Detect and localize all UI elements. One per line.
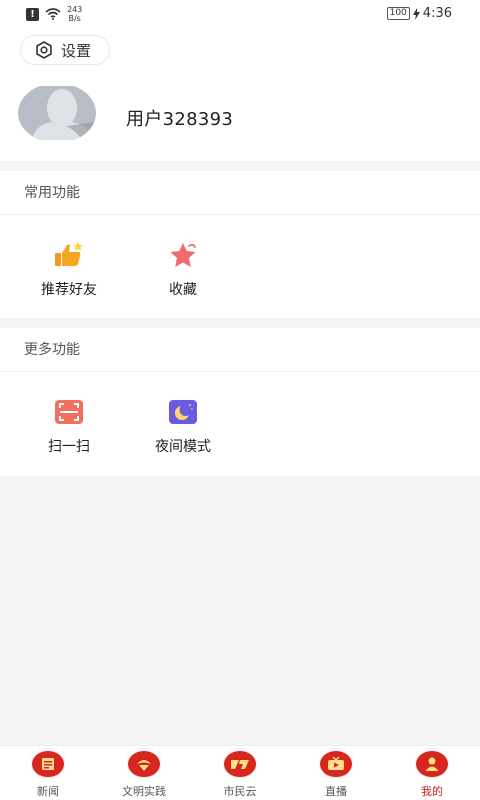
thumbs-up-star-icon [54,241,84,269]
nav-live-label: 直播 [325,785,347,798]
bottom-navigation: 新闻 文明实践 市民云 直播 我的 [0,745,480,800]
news-icon [32,751,64,777]
more-functions-card: 更多功能 扫一扫 夜间模式 [0,328,480,476]
profile-section: 设置 用户328393 [0,28,480,161]
common-functions-title: 常用功能 [0,171,480,215]
battery-indicator: 100 [386,7,410,20]
star-icon [168,241,198,269]
wifi-icon [45,8,61,20]
nav-profile[interactable]: 我的 [384,746,480,800]
nav-citizen-cloud-label: 市民云 [223,785,257,798]
recommend-friend-label: 推荐好友 [41,282,97,298]
night-mode-item[interactable]: 夜间模式 [126,372,240,456]
settings-icon [36,41,52,59]
network-speed-value: 243 [67,5,83,14]
common-functions-card: 常用功能 推荐好友 收藏 [0,171,480,318]
scan-label: 扫一扫 [48,439,90,455]
status-left: ! 243 B/s [26,5,82,23]
live-icon [320,751,352,777]
username: 用户328393 [126,109,234,130]
network-speed-unit: B/s [68,14,81,23]
common-functions-grid: 推荐好友 收藏 [0,215,480,299]
nav-news[interactable]: 新闻 [0,746,96,800]
favorites-item[interactable]: 收藏 [126,215,240,299]
nav-live[interactable]: 直播 [288,746,384,800]
favorites-label: 收藏 [169,282,197,298]
charging-icon [412,7,420,20]
network-speed: 243 B/s [67,5,82,23]
nav-civilization-practice[interactable]: 文明实践 [96,746,192,800]
profile-icon [416,751,448,777]
status-right: 100 4:36 [386,6,452,21]
more-functions-grid: 扫一扫 夜间模式 [0,372,480,456]
nav-news-label: 新闻 [37,785,59,798]
avatar[interactable] [18,86,96,140]
night-mode-label: 夜间模式 [155,439,211,455]
scan-item[interactable]: 扫一扫 [12,372,126,456]
nav-profile-label: 我的 [421,785,443,798]
recommend-friend-item[interactable]: 推荐好友 [12,215,126,299]
night-mode-icon [168,398,198,426]
clock: 4:36 [422,6,452,21]
notification-alert-icon: ! [26,7,39,21]
settings-label: 设置 [61,41,92,60]
nav-civilization-practice-label: 文明实践 [122,785,166,798]
settings-button[interactable]: 设置 [20,35,110,65]
scan-icon [54,398,84,426]
citizen-cloud-icon [224,751,256,777]
civilization-practice-icon [128,751,160,777]
avatar-placeholder-icon [18,86,96,140]
more-functions-title: 更多功能 [0,328,480,372]
nav-citizen-cloud[interactable]: 市民云 [192,746,288,800]
status-bar: ! 243 B/s 100 4:36 [0,0,480,28]
